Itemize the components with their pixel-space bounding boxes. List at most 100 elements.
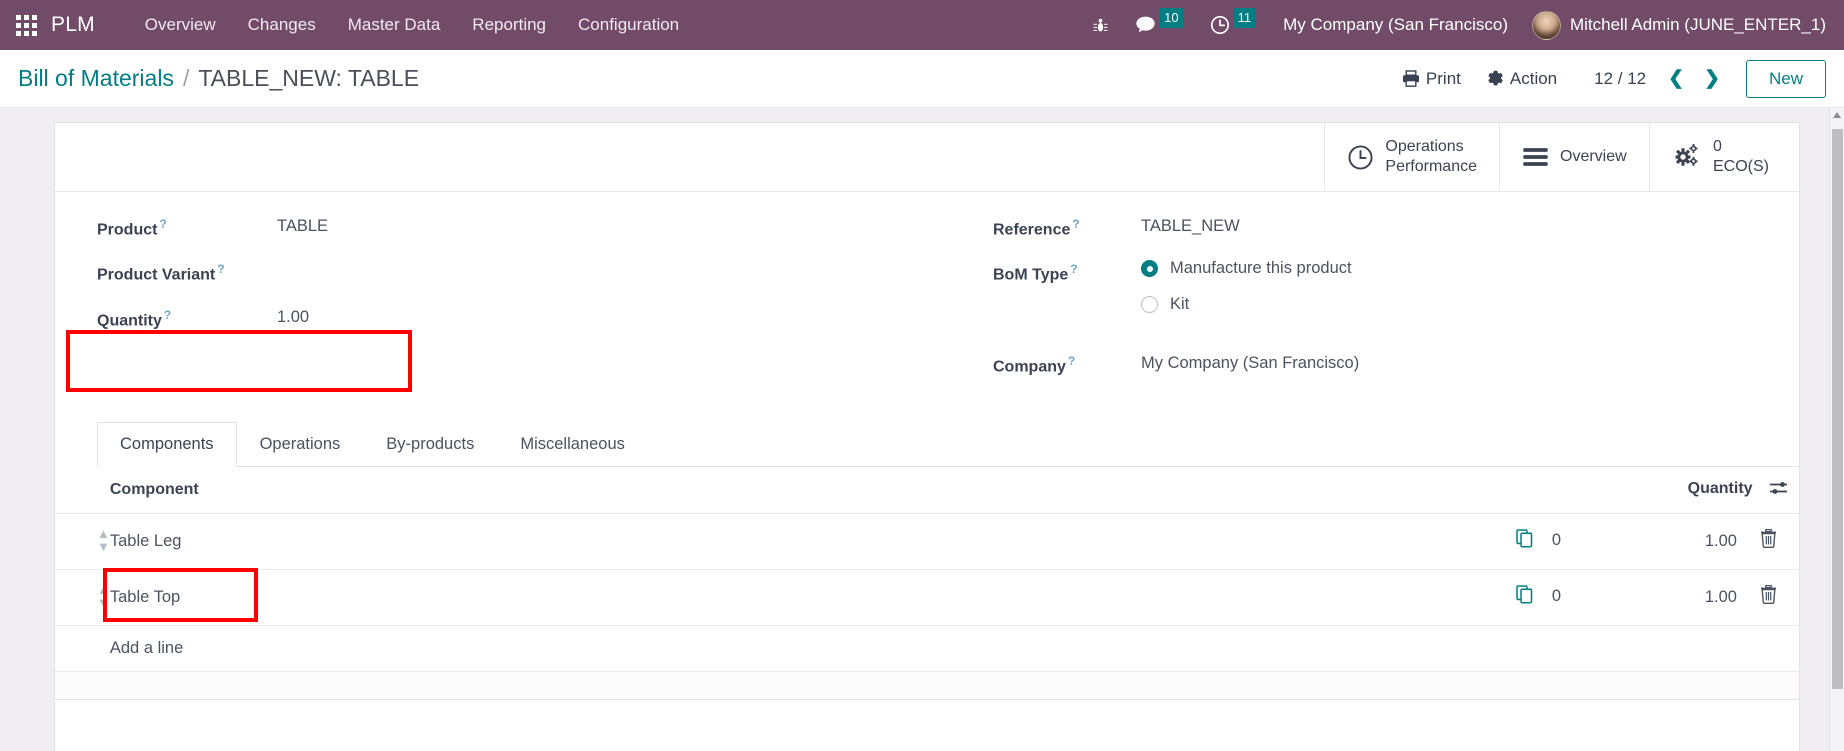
cell-component-name[interactable]: Table Leg bbox=[109, 513, 817, 570]
help-icon[interactable]: ? bbox=[164, 308, 171, 322]
form-view-container: Operations Performance Overview 0 ECO(S)… bbox=[0, 108, 1844, 751]
header-component[interactable]: Component bbox=[109, 466, 817, 514]
help-icon[interactable]: ? bbox=[217, 262, 224, 276]
scroll-up-arrow-icon[interactable] bbox=[1833, 112, 1841, 118]
add-line-handle-spacer bbox=[55, 625, 110, 672]
new-button[interactable]: New bbox=[1745, 59, 1826, 98]
label-text: Product bbox=[97, 221, 158, 239]
row-drag-handle[interactable]: ▲ ▼ bbox=[55, 569, 110, 626]
tab-components[interactable]: Components bbox=[97, 421, 237, 467]
menu-master-data[interactable]: Master Data bbox=[332, 9, 457, 41]
components-table-body: ▲ ▼ Table Leg 0 1.00 ▲ ▼ Table Top 0 1.0… bbox=[55, 513, 1799, 700]
breadcrumb-root-link[interactable]: Bill of Materials bbox=[18, 65, 174, 92]
chevron-left-icon[interactable]: ❮ bbox=[1660, 69, 1692, 88]
table-header-row: Component Quantity bbox=[55, 466, 1799, 514]
cell-delete[interactable] bbox=[1737, 569, 1799, 626]
components-table-head: Component Quantity bbox=[55, 466, 1799, 514]
field-product-variant-label: Product Variant? bbox=[97, 259, 277, 284]
field-reference-value[interactable]: TABLE_NEW bbox=[1141, 214, 1240, 236]
stat-button-ecos[interactable]: 0 ECO(S) bbox=[1649, 123, 1799, 191]
user-name-label: Mitchell Admin (JUNE_ENTER_1) bbox=[1569, 15, 1826, 34]
menu-overview[interactable]: Overview bbox=[129, 9, 232, 41]
trash-icon[interactable] bbox=[1760, 529, 1777, 552]
sliders-icon[interactable] bbox=[1769, 481, 1789, 499]
stat-button-overview[interactable]: Overview bbox=[1499, 123, 1649, 191]
help-icon[interactable]: ? bbox=[1068, 354, 1075, 368]
radio-option-manufacture[interactable]: Manufacture this product bbox=[1141, 259, 1352, 278]
clock-icon bbox=[1348, 144, 1373, 170]
gear-icon bbox=[1488, 70, 1503, 86]
header-quantity[interactable]: Quantity bbox=[1617, 466, 1799, 514]
help-icon[interactable]: ? bbox=[1072, 217, 1079, 231]
debug-menu-button[interactable] bbox=[1079, 17, 1122, 34]
help-icon[interactable]: ? bbox=[1070, 262, 1077, 276]
header-handle bbox=[55, 466, 110, 514]
stat-button-text: 0 ECO(S) bbox=[1713, 137, 1769, 177]
field-quantity-value[interactable]: 1.00 bbox=[277, 305, 309, 327]
activities-button[interactable]: 11 bbox=[1197, 8, 1270, 35]
cell-quantity[interactable]: 1.00 bbox=[1617, 513, 1737, 570]
header-attachments bbox=[816, 466, 1617, 514]
control-panel-actions: Print Action 12 / 12 ❮ ❯ New bbox=[1389, 59, 1826, 98]
app-brand-plm[interactable]: PLM bbox=[51, 13, 95, 37]
chevron-right-icon[interactable]: ❯ bbox=[1696, 69, 1728, 88]
bom-type-radio-group: Manufacture this product Kit bbox=[1141, 259, 1352, 331]
documents-icon[interactable] bbox=[1516, 529, 1533, 553]
documents-icon[interactable] bbox=[1516, 585, 1533, 609]
radio-selected-icon[interactable] bbox=[1141, 260, 1158, 278]
attachment-count: 0 bbox=[1551, 587, 1561, 606]
field-bom-type-label: BoM Type? bbox=[993, 259, 1141, 284]
pager-value: 12 / 12 bbox=[1594, 68, 1647, 88]
trash-icon[interactable] bbox=[1760, 585, 1777, 608]
top-navbar: PLM Overview Changes Master Data Reporti… bbox=[0, 0, 1844, 50]
row-drag-handle[interactable]: ▲ ▼ bbox=[55, 513, 110, 570]
field-product-value[interactable]: TABLE bbox=[277, 214, 328, 236]
activities-count-badge: 11 bbox=[1232, 8, 1257, 28]
tab-operations[interactable]: Operations bbox=[237, 422, 364, 467]
stat-button-operations-performance[interactable]: Operations Performance bbox=[1324, 123, 1499, 191]
field-quantity: Quantity? 1.00 bbox=[97, 305, 931, 330]
apps-grid-icon[interactable] bbox=[16, 14, 37, 36]
menu-configuration[interactable]: Configuration bbox=[562, 9, 695, 41]
cell-component-name[interactable]: Table Top bbox=[109, 569, 817, 626]
pad-cell bbox=[55, 671, 110, 700]
avatar bbox=[1531, 10, 1561, 40]
vertical-scrollbar[interactable] bbox=[1829, 108, 1844, 751]
messages-button[interactable]: 10 bbox=[1122, 8, 1196, 35]
cell-delete[interactable] bbox=[1737, 513, 1799, 570]
tab-by-products[interactable]: By-products bbox=[363, 422, 497, 467]
scrollbar-thumb[interactable] bbox=[1832, 129, 1843, 689]
pager: 12 / 12 ❮ ❯ bbox=[1584, 69, 1728, 89]
help-icon[interactable]: ? bbox=[159, 217, 166, 231]
radio-unselected-icon[interactable] bbox=[1141, 296, 1158, 314]
control-panel: Bill of Materials / TABLE_NEW: TABLE Pri… bbox=[0, 50, 1844, 108]
add-line-row[interactable]: Add a line bbox=[55, 625, 1799, 672]
table-row[interactable]: ▲ ▼ Table Top 0 1.00 bbox=[55, 569, 1799, 626]
form-sheet: Operations Performance Overview 0 ECO(S)… bbox=[54, 122, 1800, 751]
company-switcher[interactable]: My Company (San Francisco) bbox=[1269, 15, 1522, 35]
radio-option-kit[interactable]: Kit bbox=[1141, 295, 1352, 314]
drag-handle-icon[interactable]: ▲ ▼ bbox=[97, 527, 110, 553]
form-left-column: Product? TABLE Product Variant? Quantity… bbox=[97, 214, 931, 397]
tab-miscellaneous[interactable]: Miscellaneous bbox=[497, 422, 648, 467]
user-menu[interactable]: Mitchell Admin (JUNE_ENTER_1) bbox=[1522, 10, 1830, 40]
breadcrumb-current: TABLE_NEW: TABLE bbox=[198, 65, 420, 91]
print-button[interactable]: Print bbox=[1389, 63, 1474, 95]
drag-handle-icon[interactable]: ▲ ▼ bbox=[97, 583, 110, 609]
field-company-value[interactable]: My Company (San Francisco) bbox=[1141, 351, 1359, 373]
cell-quantity[interactable]: 1.00 bbox=[1617, 569, 1737, 626]
action-button[interactable]: Action bbox=[1474, 63, 1570, 95]
field-quantity-label: Quantity? bbox=[97, 305, 277, 330]
notebook: Components Operations By-products Miscel… bbox=[55, 421, 1799, 467]
field-bom-type: BoM Type? Manufacture this product Kit bbox=[993, 259, 1765, 331]
label-text: Product Variant bbox=[97, 266, 216, 284]
add-a-line-button[interactable]: Add a line bbox=[109, 625, 817, 672]
breadcrumb: Bill of Materials / TABLE_NEW: TABLE bbox=[18, 65, 419, 92]
radio-label: Kit bbox=[1170, 295, 1190, 314]
menu-changes[interactable]: Changes bbox=[232, 9, 332, 41]
smart-button-box: Operations Performance Overview 0 ECO(S) bbox=[55, 123, 1799, 192]
menu-reporting[interactable]: Reporting bbox=[456, 9, 562, 41]
bug-icon bbox=[1093, 18, 1108, 31]
table-row[interactable]: ▲ ▼ Table Leg 0 1.00 bbox=[55, 513, 1799, 570]
field-product-variant: Product Variant? bbox=[97, 259, 931, 284]
